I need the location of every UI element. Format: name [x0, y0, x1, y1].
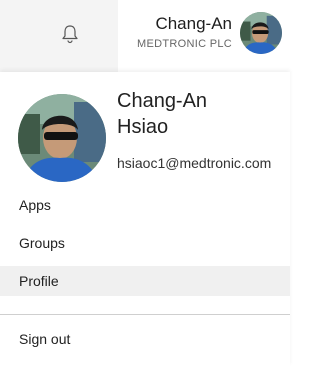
avatar-photo: [240, 12, 282, 54]
account-menu: Chang-An Hsiao hsiaoc1@medtronic.com App…: [0, 72, 290, 366]
menu-item-apps[interactable]: Apps: [0, 190, 290, 220]
profile-first-name: Chang-An: [117, 90, 208, 112]
notifications-button[interactable]: [0, 0, 118, 72]
divider: [0, 314, 290, 315]
sign-out-button[interactable]: Sign out: [0, 324, 290, 354]
bell-icon: [62, 25, 78, 44]
profile-name: Chang-An Hsiao: [117, 88, 277, 140]
profile-avatar-photo: [18, 94, 106, 182]
profile-last-name: Hsiao: [117, 116, 169, 138]
menu-item-groups[interactable]: Groups: [0, 228, 290, 258]
top-bar: Chang-An MEDTRONIC PLC: [0, 0, 290, 72]
avatar[interactable]: [240, 12, 282, 54]
menu-item-profile[interactable]: Profile: [0, 266, 290, 296]
profile-avatar: [18, 94, 106, 182]
profile-email: hsiaoc1@medtronic.com: [117, 155, 272, 171]
account-company: MEDTRONIC PLC: [137, 38, 232, 50]
account-name: Chang-An: [155, 14, 232, 33]
